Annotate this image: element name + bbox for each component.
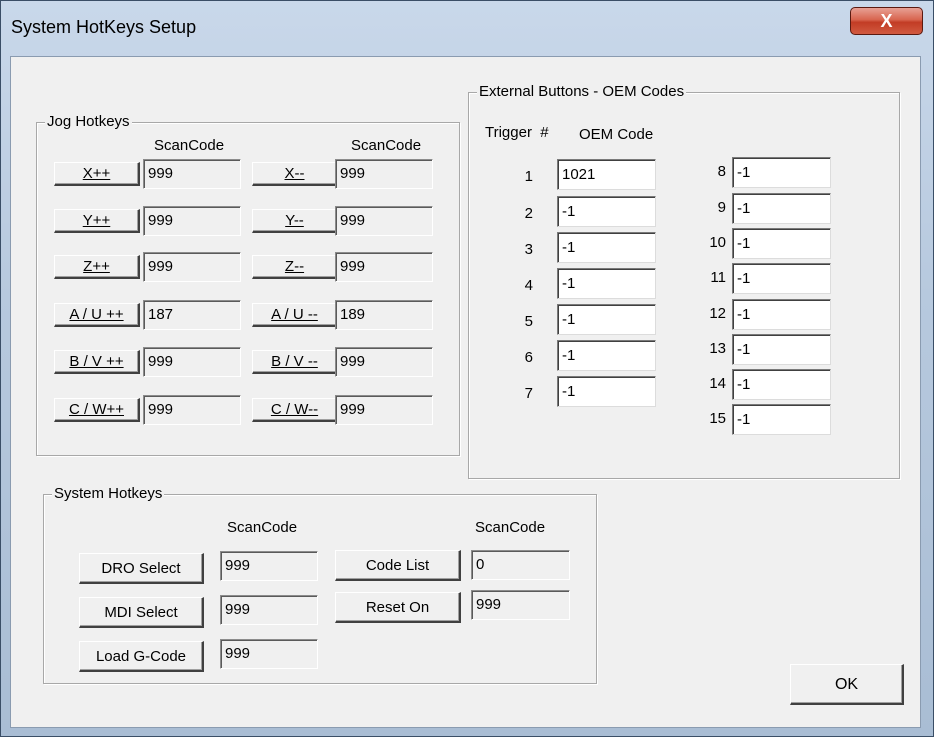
hotkeys-dialog: System HotKeys Setup X Jog Hotkeys ScanC… xyxy=(0,0,934,737)
trigger-number: 11 xyxy=(710,269,726,286)
trigger-number: 13 xyxy=(709,340,726,357)
jog-right-button[interactable]: C / W-- xyxy=(252,398,338,422)
jog-right-button[interactable]: B / V -- xyxy=(252,350,338,374)
trigger-number: 14 xyxy=(709,375,726,392)
oem-code-header: OEM Code xyxy=(579,126,654,143)
jog-hotkeys-group: Jog Hotkeys ScanCode ScanCode X++ 999 X-- 9… xyxy=(36,113,460,456)
jog-right-scancode-header: ScanCode xyxy=(351,137,422,154)
mdi-select-scancode: 999 xyxy=(220,595,318,625)
trigger-header: Trigger # xyxy=(485,124,549,141)
trigger-number: 7 xyxy=(524,385,533,402)
jog-left-button[interactable]: X++ xyxy=(54,162,140,186)
oem-code-input[interactable]: -1 xyxy=(732,263,831,294)
jog-left-scancode: 999 xyxy=(143,347,241,377)
dro-select-button[interactable]: DRO Select xyxy=(79,553,204,584)
jog-left-button-label: A / U ++ xyxy=(69,306,124,323)
jog-hotkeys-legend: Jog Hotkeys xyxy=(45,113,132,131)
jog-left-button[interactable]: B / V ++ xyxy=(54,350,140,374)
trigger-number: 8 xyxy=(717,163,726,180)
jog-left-button-label: B / V ++ xyxy=(69,353,124,370)
load-gcode-scancode: 999 xyxy=(220,639,318,669)
jog-right-button-label: X-- xyxy=(284,165,305,182)
oem-code-input[interactable]: -1 xyxy=(732,369,831,400)
reset-on-scancode: 999 xyxy=(471,590,570,620)
trigger-number: 2 xyxy=(524,205,533,222)
jog-left-button[interactable]: A / U ++ xyxy=(54,303,140,327)
oem-code-input[interactable]: -1 xyxy=(557,340,656,371)
system-right-scancode-header: ScanCode xyxy=(475,519,546,536)
jog-left-scancode: 999 xyxy=(143,159,241,189)
system-hotkeys-legend: System Hotkeys xyxy=(52,485,165,503)
oem-code-input[interactable]: -1 xyxy=(557,268,656,299)
jog-left-button[interactable]: C / W++ xyxy=(54,398,140,422)
jog-right-button-label: Y-- xyxy=(285,212,304,229)
system-left-scancode-header: ScanCode xyxy=(227,519,298,536)
load-gcode-button[interactable]: Load G-Code xyxy=(79,641,204,672)
jog-right-button-label: Z-- xyxy=(284,258,305,275)
external-buttons-legend: External Buttons - OEM Codes xyxy=(477,83,687,101)
trigger-number: 6 xyxy=(524,349,533,366)
title-bar[interactable]: System HotKeys Setup X xyxy=(1,1,933,56)
trigger-number: 15 xyxy=(709,410,726,427)
jog-left-scancode-header: ScanCode xyxy=(154,137,225,154)
oem-code-input[interactable]: 1021 xyxy=(557,159,656,190)
jog-right-button-label: C / W-- xyxy=(270,401,319,418)
code-list-scancode: 0 xyxy=(471,550,570,580)
jog-left-scancode: 999 xyxy=(143,395,241,425)
jog-right-scancode: 999 xyxy=(335,252,433,282)
trigger-number: 1 xyxy=(524,168,533,185)
jog-right-button-label: A / U -- xyxy=(271,306,318,323)
window-title: System HotKeys Setup xyxy=(11,17,197,37)
jog-right-scancode: 999 xyxy=(335,159,433,189)
oem-code-input[interactable]: -1 xyxy=(732,334,831,365)
oem-code-input[interactable]: -1 xyxy=(557,196,656,227)
oem-code-input[interactable]: -1 xyxy=(557,376,656,407)
jog-right-button[interactable]: X-- xyxy=(252,162,338,186)
jog-left-button[interactable]: Z++ xyxy=(54,255,140,279)
oem-code-input[interactable]: -1 xyxy=(732,193,831,224)
jog-left-button-label: C / W++ xyxy=(68,401,124,418)
oem-code-input[interactable]: -1 xyxy=(557,232,656,263)
close-button[interactable]: X xyxy=(850,7,923,35)
oem-code-input[interactable]: -1 xyxy=(557,304,656,335)
trigger-number: 3 xyxy=(524,241,533,258)
mdi-select-button[interactable]: MDI Select xyxy=(79,597,204,628)
trigger-number: 9 xyxy=(717,199,726,216)
ok-button[interactable]: OK xyxy=(790,664,904,705)
jog-right-scancode: 999 xyxy=(335,395,433,425)
system-hotkeys-group: System Hotkeys ScanCode ScanCode DRO Sel… xyxy=(43,485,597,684)
jog-right-button[interactable]: Y-- xyxy=(252,209,338,233)
reset-on-button[interactable]: Reset On xyxy=(335,592,461,623)
jog-left-button-label: Z++ xyxy=(83,258,110,275)
jog-left-button[interactable]: Y++ xyxy=(54,209,140,233)
dialog-client-area: Jog Hotkeys ScanCode ScanCode X++ 999 X-- 9… xyxy=(10,56,921,728)
trigger-number: 12 xyxy=(709,305,726,322)
oem-code-input[interactable]: -1 xyxy=(732,299,831,330)
oem-code-input[interactable]: -1 xyxy=(732,157,831,188)
close-icon: X xyxy=(880,11,893,31)
external-buttons-group: External Buttons - OEM Codes Trigger # O… xyxy=(468,83,900,479)
jog-left-scancode: 999 xyxy=(143,252,241,282)
jog-right-button[interactable]: A / U -- xyxy=(252,303,338,327)
jog-right-scancode: 999 xyxy=(335,206,433,236)
trigger-number: 4 xyxy=(524,277,533,294)
jog-left-scancode: 187 xyxy=(143,300,241,330)
trigger-number: 5 xyxy=(524,313,533,330)
jog-right-scancode: 999 xyxy=(335,347,433,377)
oem-code-input[interactable]: -1 xyxy=(732,228,831,259)
jog-right-button[interactable]: Z-- xyxy=(252,255,338,279)
jog-right-button-label: B / V -- xyxy=(271,353,318,370)
code-list-button[interactable]: Code List xyxy=(335,550,461,581)
jog-right-scancode: 189 xyxy=(335,300,433,330)
dro-select-scancode: 999 xyxy=(220,551,318,581)
trigger-number: 10 xyxy=(709,234,726,251)
oem-code-input[interactable]: -1 xyxy=(732,404,831,435)
jog-left-button-label: X++ xyxy=(82,165,111,182)
jog-left-button-label: Y++ xyxy=(82,212,111,229)
jog-left-scancode: 999 xyxy=(143,206,241,236)
